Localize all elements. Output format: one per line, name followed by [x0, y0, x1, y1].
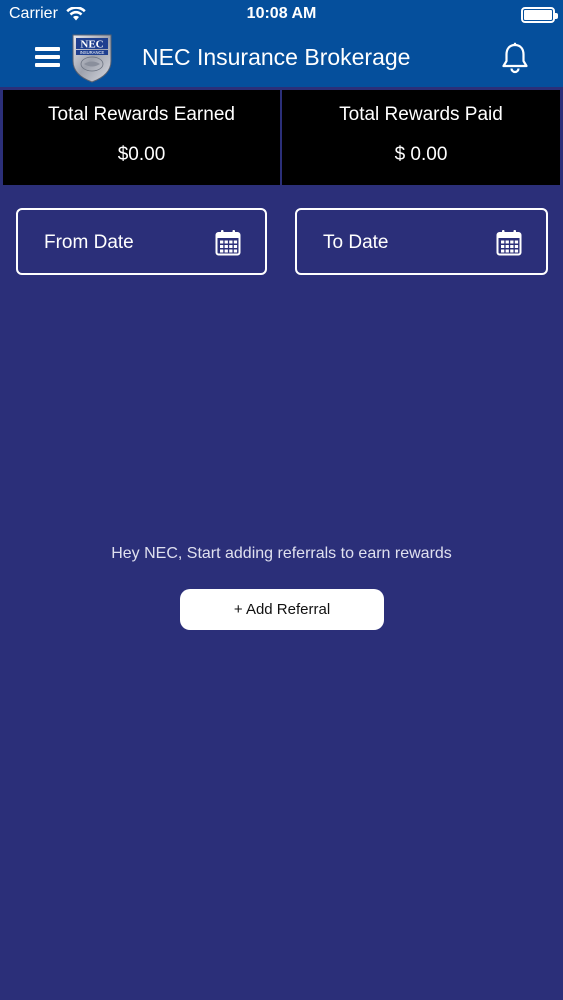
from-date-field[interactable]: From Date: [16, 208, 267, 275]
svg-text:NEC: NEC: [80, 39, 103, 51]
from-date-placeholder: From Date: [44, 232, 134, 253]
battery-icon: [521, 7, 558, 23]
status-bar: Carrier 10:08 AM: [0, 0, 563, 30]
total-rewards-paid-value: $ 0.00: [394, 144, 448, 165]
calendar-icon[interactable]: [496, 229, 522, 256]
battery-level: [524, 10, 552, 20]
total-rewards-earned-label: Total Rewards Earned: [48, 104, 235, 125]
svg-text:INSURANCE: INSURANCE: [80, 50, 105, 55]
add-referral-button[interactable]: + Add Referral: [180, 589, 384, 630]
total-rewards-earned-value: $0.00: [117, 144, 166, 165]
total-rewards-paid-card: Total Rewards Paid $ 0.00: [282, 90, 560, 185]
to-date-placeholder: To Date: [323, 232, 389, 253]
rewards-summary: Total Rewards Earned $0.00 Total Rewards…: [0, 87, 563, 186]
calendar-icon[interactable]: [215, 229, 241, 256]
hamburger-menu-icon[interactable]: [35, 47, 60, 67]
nec-logo: NEC INSURANCE: [72, 34, 112, 83]
status-time: 10:08 AM: [246, 5, 317, 22]
total-rewards-paid-label: Total Rewards Paid: [339, 104, 503, 125]
to-date-field[interactable]: To Date: [295, 208, 548, 275]
page-title: NEC Insurance Brokerage: [142, 44, 411, 70]
total-rewards-earned-card: Total Rewards Earned $0.00: [3, 90, 280, 185]
bell-icon[interactable]: [500, 42, 530, 74]
empty-state-message: Hey NEC, Start adding referrals to earn …: [111, 545, 452, 562]
nav-bar: NEC INSURANCE NEC Insurance Brokerage: [0, 30, 563, 87]
